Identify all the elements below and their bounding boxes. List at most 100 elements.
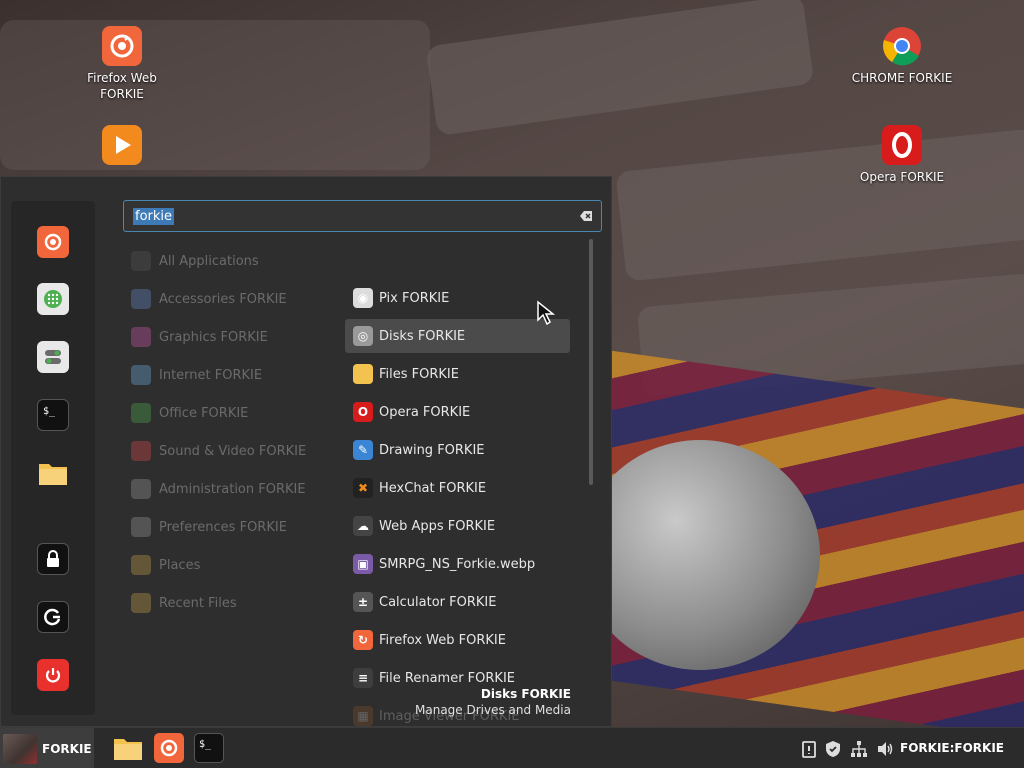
category-label: Graphics FORKIE [159,329,268,345]
software-manager-icon[interactable] [37,283,69,315]
desktop-icon-label: CHROME FORKIE [851,71,953,85]
app-description-subtitle: Manage Drives and Media [415,703,571,717]
folder-icon[interactable] [113,733,143,763]
category-item[interactable]: Sound & Video FORKIE [131,438,331,464]
app-result-label: HexChat FORKIE [379,480,487,496]
clock[interactable]: FORKIE:FORKIE [900,741,1004,755]
app-result-item[interactable]: ☁ Web Apps FORKIE [345,509,570,543]
firefox-icon[interactable] [37,226,69,258]
app-result-label: Web Apps FORKIE [379,518,496,534]
category-item[interactable]: Office FORKIE [131,400,331,426]
category-label: Administration FORKIE [159,481,306,497]
category-label: Recent Files [159,595,237,611]
terminal-icon[interactable]: $_ [37,399,69,431]
desktop-icon-label: Opera FORKIE [859,170,945,184]
category-label: Office FORKIE [159,405,249,421]
category-label: Accessories FORKIE [159,291,287,307]
opera-icon [882,125,922,165]
mouse-pointer-icon [537,300,556,326]
category-item[interactable]: All Applications [131,248,331,274]
category-item[interactable]: Recent Files [131,590,331,616]
category-item[interactable]: Graphics FORKIE [131,324,331,350]
app-result-label: Pix FORKIE [379,290,450,306]
firefox-icon: ↻ [353,630,373,650]
desktop-icon-firefox[interactable]: Firefox Web FORKIE [67,26,177,102]
app-result-item[interactable]: O Opera FORKIE [345,395,570,429]
desktop-icon-media-player[interactable] [67,125,177,169]
app-result-label: Disks FORKIE [379,328,466,344]
category-label: Places [159,557,201,573]
lock-icon[interactable] [37,543,69,575]
media-player-icon [102,125,142,165]
calculator-icon: ± [353,592,373,612]
terminal-icon[interactable]: $_ [194,733,224,763]
web-apps-icon: ☁ [353,516,373,536]
volume-icon[interactable] [876,740,894,758]
desktop-icon-opera[interactable]: Opera FORKIE [847,125,957,185]
file-renamer-icon: ≡ [353,668,373,688]
category-icon [131,327,151,347]
folder-icon[interactable] [37,457,69,489]
taskbar: FORKIE $_ FORKIE:FORKIE [0,727,1024,768]
image-viewer-icon: ▦ [353,706,373,726]
category-item[interactable]: Preferences FORKIE [131,514,331,540]
app-result-label: Firefox Web FORKIE [379,632,506,648]
category-icon [131,517,151,537]
app-result-item[interactable]: ✖ HexChat FORKIE [345,471,570,505]
folder-icon [353,364,373,384]
application-menu: $_ forkie All Applications Accessories FO… [0,176,612,727]
results-scrollbar[interactable] [589,239,593,485]
app-result-item[interactable]: ✎ Drawing FORKIE [345,433,570,467]
menu-button[interactable]: FORKIE [0,728,94,768]
app-description: Disks FORKIE Manage Drives and Media [415,687,571,717]
category-icon [131,289,151,309]
logout-icon[interactable] [37,601,69,633]
search-input[interactable] [132,206,572,226]
category-icon [131,365,151,385]
category-icon [131,593,151,613]
pix-icon: ◉ [353,288,373,308]
app-result-label: Files FORKIE [379,366,459,382]
hexchat-icon: ✖ [353,478,373,498]
app-result-item[interactable]: ↻ Firefox Web FORKIE [345,623,570,657]
app-result-label: Opera FORKIE [379,404,471,420]
category-item[interactable]: Administration FORKIE [131,476,331,502]
opera-icon: O [353,402,373,422]
clear-search-icon[interactable] [579,209,593,223]
category-label: Internet FORKIE [159,367,263,383]
app-result-label: Calculator FORKIE [379,594,497,610]
search-selected-text: forkie [133,208,175,225]
category-icon [131,403,151,423]
menu-sidebar: $_ [11,201,95,715]
app-result-label: Drawing FORKIE [379,442,485,458]
power-icon[interactable] [37,659,69,691]
category-item[interactable]: Internet FORKIE [131,362,331,388]
firefox-icon[interactable] [154,733,184,763]
settings-toggle-icon[interactable] [37,341,69,373]
category-icon [131,479,151,499]
app-result-label: SMRPG_NS_Forkie.webp [379,556,536,572]
network-icon[interactable] [850,740,868,758]
category-label: Preferences FORKIE [159,519,287,535]
disks-icon: ◎ [353,326,373,346]
clipboard-icon[interactable] [800,740,818,758]
app-result-item[interactable]: ▣ SMRPG_NS_Forkie.webp [345,547,570,581]
image-file-icon: ▣ [353,554,373,574]
firefox-icon [102,26,142,66]
category-icon [131,251,151,271]
drawing-icon: ✎ [353,440,373,460]
search-field[interactable]: forkie [123,200,602,232]
desktop-icon-label: Firefox Web FORKIE [87,71,157,101]
desktop-icon-chrome[interactable]: CHROME FORKIE [847,26,957,86]
category-icon [131,555,151,575]
category-item[interactable]: Accessories FORKIE [131,286,331,312]
app-result-item[interactable]: Files FORKIE [345,357,570,391]
category-label: Sound & Video FORKIE [159,443,307,459]
shield-icon[interactable] [824,740,842,758]
app-result-label: File Renamer FORKIE [379,670,515,686]
category-item[interactable]: Places [131,552,331,578]
app-result-item[interactable]: ± Calculator FORKIE [345,585,570,619]
chrome-icon [882,26,922,66]
menu-button-label: FORKIE [42,741,92,756]
app-description-title: Disks FORKIE [480,687,571,701]
